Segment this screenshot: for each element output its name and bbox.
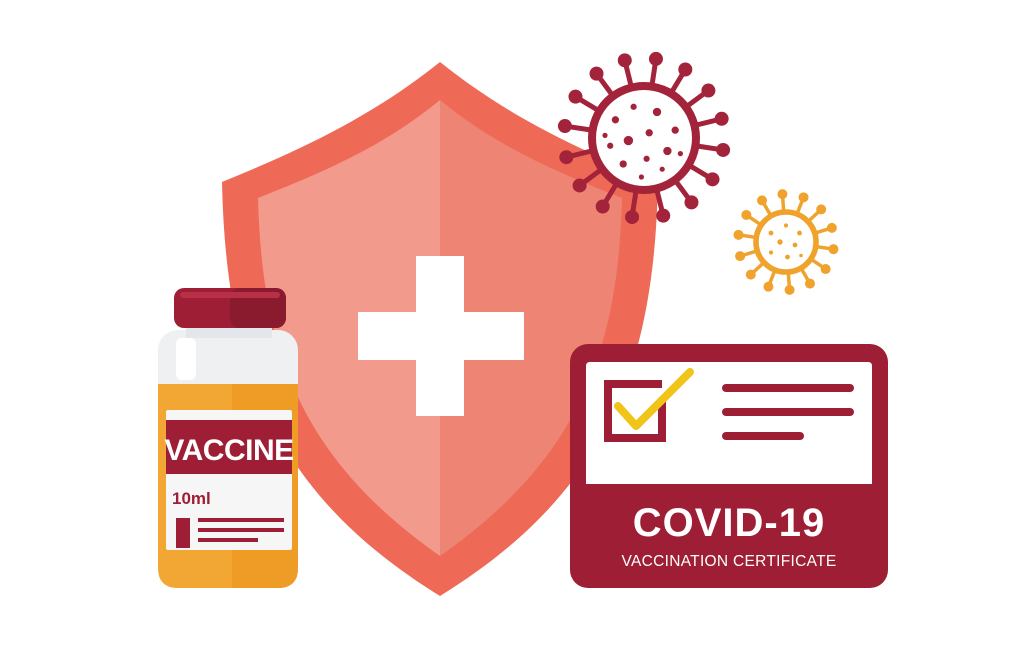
virus-dot: [659, 166, 665, 172]
virus-dot: [677, 151, 684, 157]
virus-spike-knob: [557, 119, 572, 134]
virus-spike-knob: [784, 284, 795, 295]
virus-dot: [671, 126, 679, 134]
virus-spike-knob: [735, 251, 746, 262]
vial-volume-text: 10ml: [172, 489, 211, 508]
virus-spike-knob: [798, 192, 809, 203]
virus-dot: [768, 250, 774, 255]
virus-dot: [623, 135, 634, 146]
virus-body: [753, 209, 819, 275]
virus-spike-knob: [656, 208, 671, 223]
virus-dot: [643, 155, 650, 162]
certificate-title: COVID-19: [633, 501, 826, 545]
virus-spike-knob: [589, 66, 604, 81]
virus-spike-knob: [826, 222, 837, 233]
virus-dot: [645, 129, 653, 137]
virus-dot: [797, 230, 802, 236]
virus-spike-knob: [716, 142, 731, 157]
virus-dot: [652, 107, 662, 117]
vial-cap-highlight: [180, 292, 280, 298]
virus-spike-knob: [820, 264, 831, 275]
virus-spike-knob: [714, 111, 729, 126]
virus-spike-knob: [595, 199, 610, 214]
virus-spike-knob: [678, 62, 693, 77]
virus-body: [588, 82, 700, 194]
virus-dot: [630, 103, 637, 110]
virus-spike-knob: [617, 53, 632, 68]
virus-spike-knob: [733, 229, 744, 240]
virus-dot: [792, 242, 798, 248]
virus-spike-knob: [568, 89, 583, 104]
virus-dot: [619, 160, 627, 168]
virus-spike-knob: [701, 83, 716, 98]
virus-spike-knob: [816, 204, 827, 215]
virus-dot: [768, 230, 774, 236]
virus-spike-knob: [705, 172, 720, 187]
virus-spike-knob: [745, 269, 756, 280]
vial-label-line: [198, 528, 284, 532]
certificate-line: [722, 408, 854, 416]
certificate-line: [722, 384, 854, 392]
virus-spike-knob: [757, 195, 768, 206]
vaccination-certificate: COVID-19 VACCINATION CERTIFICATE: [570, 344, 888, 588]
virus-dot: [602, 132, 608, 138]
virus-dot: [783, 223, 789, 228]
virus-spike-knob: [625, 210, 640, 225]
vial-label-swatch: [176, 518, 190, 548]
vaccine-vial: VACCINE 10ml: [158, 288, 298, 588]
vial-label-line: [198, 538, 258, 542]
certificate-subtitle: VACCINATION CERTIFICATE: [621, 553, 836, 570]
certificate-line: [722, 432, 804, 440]
virus-dot: [663, 146, 672, 156]
virus-dot: [611, 116, 620, 124]
virus-dot: [607, 142, 614, 149]
virus-dot: [638, 174, 645, 180]
virus-spike-knob: [741, 209, 752, 220]
virus-spike-knob: [763, 281, 774, 292]
virus-spike-knob: [648, 51, 663, 66]
vial-glass-highlight: [176, 338, 196, 380]
vial-label-text: VACCINE: [164, 434, 293, 467]
virus-dot: [799, 253, 803, 258]
virus-dot: [785, 254, 790, 260]
virus-spike-knob: [572, 178, 587, 193]
virus-spike-knob: [804, 278, 815, 289]
virus-icon-small: [733, 189, 839, 295]
virus-spike-knob: [777, 189, 788, 200]
vial-label-line: [198, 518, 284, 522]
virus-spike-knob: [828, 244, 839, 255]
virus-spike-knob: [684, 195, 699, 210]
virus-spike-knob: [559, 150, 574, 165]
virus-dot: [777, 239, 783, 245]
vaccination-illustration: VACCINE 10ml COVID-19 VACCINATION CERTIF…: [158, 51, 888, 596]
